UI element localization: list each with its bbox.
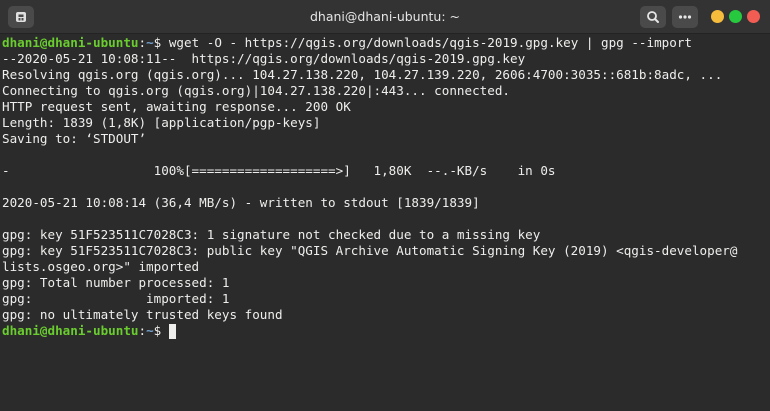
output-line: Resolving qgis.org (qgis.org)... 104.27.…: [2, 67, 723, 82]
output-line: gpg: no ultimately trusted keys found: [2, 307, 283, 322]
output-line: lists.osgeo.org>" imported: [2, 259, 200, 274]
text-cursor: [168, 324, 176, 339]
output-line: Connecting to qgis.org (qgis.org)|104.27…: [2, 83, 510, 98]
menu-button[interactable]: [672, 6, 698, 28]
search-icon: [647, 11, 659, 23]
current-prompt-line[interactable]: dhani@dhani-ubuntu:~$: [2, 323, 176, 339]
output-line: gpg: Total number processed: 1: [2, 275, 230, 290]
progress-line: - 100%[===================>] 1,80K --.-K…: [2, 163, 556, 178]
output-line: 2020-05-21 10:08:14 (36,4 MB/s) - writte…: [2, 195, 480, 210]
minimize-button[interactable]: [711, 10, 724, 23]
ellipsis-icon: [678, 15, 692, 19]
search-button[interactable]: [640, 6, 666, 28]
output-line: Length: 1839 (1,8K) [application/pgp-key…: [2, 115, 321, 130]
command-text: wget -O - https://qgis.org/downloads/qgi…: [168, 35, 693, 50]
title-bar[interactable]: dhani@dhani-ubuntu: ~: [0, 0, 770, 34]
prompt-path: ~: [146, 323, 154, 338]
terminal-new-tab-icon: [16, 12, 26, 22]
new-tab-button[interactable]: [8, 6, 34, 28]
output-line: HTTP request sent, awaiting response... …: [2, 99, 351, 114]
prompt-user-host: dhani@dhani-ubuntu: [2, 35, 139, 50]
prompt-symbol: $: [153, 323, 169, 338]
output-line: gpg: imported: 1: [2, 291, 230, 306]
terminal-window: dhani@dhani-ubuntu: ~ dhani@dhani-ubuntu…: [0, 0, 770, 411]
command-line: dhani@dhani-ubuntu:~$ wget -O - https://…: [2, 35, 693, 50]
output-line: --2020-05-21 10:08:11-- https://qgis.org…: [2, 51, 526, 66]
maximize-button[interactable]: [729, 10, 742, 23]
output-line: gpg: key 51F523511C7028C3: public key "Q…: [2, 243, 738, 258]
close-button[interactable]: [747, 10, 760, 23]
prompt-symbol: $: [153, 35, 169, 50]
terminal-output[interactable]: dhani@dhani-ubuntu:~$ wget -O - https://…: [0, 34, 770, 411]
prompt-user-host: dhani@dhani-ubuntu: [2, 323, 139, 338]
output-line: Saving to: ‘STDOUT’: [2, 131, 147, 146]
prompt-path: ~: [146, 35, 154, 50]
output-line: gpg: key 51F523511C7028C3: 1 signature n…: [2, 227, 541, 242]
